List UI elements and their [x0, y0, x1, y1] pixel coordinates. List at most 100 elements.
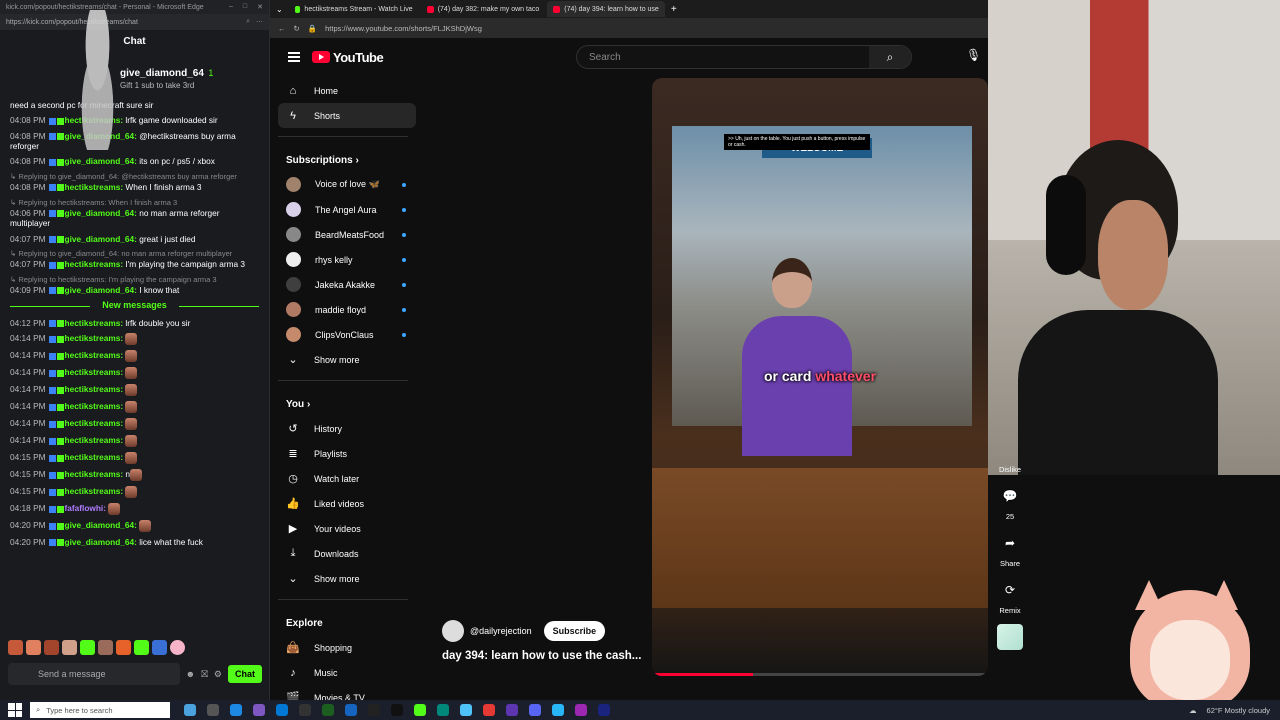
more-icon[interactable]: ⋯	[256, 18, 263, 26]
message-username[interactable]: hectikstreams:	[65, 418, 126, 428]
send-message-input[interactable]: Send a message	[8, 663, 180, 685]
emoji-icon[interactable]: ☻	[186, 669, 195, 679]
reply-context[interactable]: ↳ Replying to hectikstreams: I'm playing…	[10, 275, 259, 284]
message-username[interactable]: give_diamond_64:	[65, 537, 140, 547]
sidebar-item[interactable]: BeardMeatsFood	[278, 222, 416, 247]
message-username[interactable]: give_diamond_64:	[65, 208, 140, 218]
heart-icon[interactable]	[170, 640, 185, 655]
emote-icon[interactable]	[116, 640, 131, 655]
channel-name[interactable]: @dailyrejection	[470, 626, 532, 636]
short-video-player[interactable]: WELCOME >> Uh, just on the table. You ju…	[652, 78, 988, 676]
message-username[interactable]: hectikstreams:	[65, 367, 126, 377]
sidebar-item[interactable]: ⤓ Downloads	[278, 541, 416, 566]
message-username[interactable]: hectikstreams:	[65, 182, 126, 192]
message-username[interactable]: hectikstreams:	[65, 384, 126, 394]
message-username[interactable]: give_diamond_64:	[65, 234, 140, 244]
app-icon[interactable]	[368, 704, 380, 716]
kick-address-bar[interactable]: https://kick.com/popout/hectikstreams/ch…	[0, 14, 269, 30]
sound-thumbnail[interactable]	[997, 624, 1023, 650]
app-icon[interactable]	[345, 704, 357, 716]
menu-icon[interactable]	[288, 52, 300, 62]
message-username[interactable]: hectikstreams:	[65, 435, 126, 445]
emote-icon[interactable]	[152, 640, 167, 655]
emote-icon[interactable]	[44, 640, 59, 655]
sidebar-item[interactable]: 👜 Shopping	[278, 635, 416, 660]
minimize-icon[interactable]: –	[229, 3, 233, 11]
steam-icon[interactable]	[598, 704, 610, 716]
dislike-button[interactable]: Dislike	[995, 465, 1025, 474]
sidebar-show-more[interactable]: ⌄ Show more	[278, 566, 416, 591]
kick-app-icon[interactable]	[414, 704, 426, 716]
message-username[interactable]: give_diamond_64:	[65, 285, 140, 295]
sidebar-item[interactable]: Voice of love 🦋	[278, 172, 416, 197]
app-icon[interactable]	[322, 704, 334, 716]
subscriptions-heading[interactable]: Subscriptions ›	[278, 145, 416, 172]
sidebar-show-more[interactable]: ⌄ Show more	[278, 347, 416, 372]
sidebar-item[interactable]: 👍 Liked videos	[278, 491, 416, 516]
message-username[interactable]: hectikstreams:	[65, 333, 126, 343]
you-heading[interactable]: You ›	[278, 389, 416, 416]
app-icon[interactable]	[253, 704, 265, 716]
app-icon[interactable]	[207, 704, 219, 716]
sidebar-item-shorts[interactable]: ϟ Shorts	[278, 103, 416, 128]
sidebar-item[interactable]: The Angel Aura	[278, 197, 416, 222]
microphone-icon[interactable]: 🎙	[966, 48, 981, 62]
short-title[interactable]: day 394: learn how to use the cash...	[442, 650, 641, 662]
settings-icon[interactable]: ⚙	[214, 669, 222, 680]
emote-icon[interactable]	[80, 640, 95, 655]
message-username[interactable]: hectikstreams:	[65, 259, 126, 269]
task-view-icon[interactable]	[184, 704, 196, 716]
share-button[interactable]: ➦ Share	[995, 530, 1025, 568]
app-icon[interactable]	[460, 704, 472, 716]
start-menu-icon[interactable]	[8, 703, 22, 717]
app-icon[interactable]	[575, 704, 587, 716]
gift-icon[interactable]: ⛝	[201, 669, 208, 680]
emote-icon[interactable]	[134, 640, 149, 655]
sidebar-item[interactable]: ◷ Watch later	[278, 466, 416, 491]
sidebar-item[interactable]: ↺ History	[278, 416, 416, 441]
back-icon[interactable]: ←	[278, 24, 286, 33]
reply-context[interactable]: ↳ Replying to give_diamond_64: @hectikst…	[10, 172, 259, 181]
tab-cash-short[interactable]: (74) day 394: learn how to use	[547, 1, 665, 17]
app-icon[interactable]	[437, 704, 449, 716]
message-username[interactable]: hectikstreams:	[65, 401, 126, 411]
sidebar-item[interactable]: Jakeka Akakke	[278, 272, 416, 297]
message-username[interactable]: hectikstreams:	[65, 318, 126, 328]
message-username[interactable]: hectikstreams:	[65, 452, 126, 462]
emote-icon[interactable]	[8, 640, 23, 655]
sidebar-item[interactable]: rhys kelly	[278, 247, 416, 272]
maximize-icon[interactable]: □	[243, 3, 247, 11]
tab-actions-icon[interactable]: ⌄	[276, 5, 283, 14]
tab-kick-stream[interactable]: hectikstreams Stream - Watch Live	[289, 1, 419, 17]
reply-context[interactable]: ↳ Replying to give_diamond_64: no man ar…	[10, 249, 259, 258]
address-bar[interactable]: ← ↻ 🔒 https://www.youtube.com/shorts/FLJ…	[270, 18, 990, 38]
message-username[interactable]: hectikstreams:	[65, 350, 126, 360]
emote-icon[interactable]	[98, 640, 113, 655]
app-icon[interactable]	[506, 704, 518, 716]
message-username[interactable]: hectikstreams:	[65, 486, 126, 496]
emote-icon[interactable]	[62, 640, 77, 655]
message-username[interactable]: fafaflowhi:	[65, 503, 109, 513]
app-icon[interactable]	[276, 704, 288, 716]
remix-button[interactable]: ⟳ Remix	[995, 577, 1025, 615]
chat-send-button[interactable]: Chat	[228, 665, 262, 683]
video-progress-bar[interactable]	[652, 673, 988, 676]
zoom-icon[interactable]: ⌕	[246, 18, 250, 26]
emote-bar[interactable]	[8, 640, 185, 655]
reply-context[interactable]: ↳ Replying to hectikstreams: When I fini…	[10, 198, 259, 207]
app-icon[interactable]	[552, 704, 564, 716]
sidebar-item[interactable]: ≣ Playlists	[278, 441, 416, 466]
youtube-logo[interactable]: YouTube	[312, 50, 384, 65]
message-username[interactable]: hectikstreams:	[65, 469, 126, 479]
sidebar-item[interactable]: ▶ Your videos	[278, 516, 416, 541]
emote-icon[interactable]	[26, 640, 41, 655]
channel-avatar[interactable]	[442, 620, 464, 642]
sidebar-item[interactable]: ClipsVonClaus	[278, 322, 416, 347]
search-input[interactable]: Search ⌕	[576, 45, 912, 69]
sidebar-item[interactable]: maddie floyd	[278, 297, 416, 322]
new-tab-icon[interactable]: +	[671, 4, 677, 15]
tab-taco-short[interactable]: (74) day 382: make my own taco	[421, 1, 546, 17]
app-icon[interactable]	[391, 704, 403, 716]
taskbar-search-input[interactable]: ⌕ Type here to search	[30, 702, 170, 718]
edge-icon[interactable]	[230, 704, 242, 716]
